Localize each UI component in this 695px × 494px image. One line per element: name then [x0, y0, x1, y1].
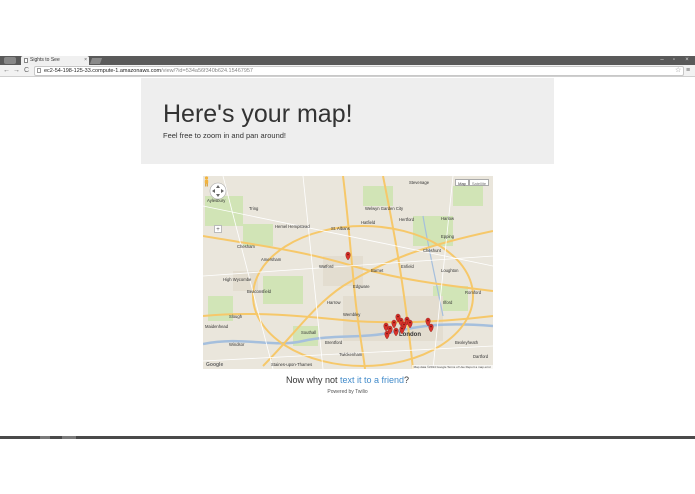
- header-panel: Here's your map! Feel free to zoom in an…: [141, 78, 554, 164]
- map-type-satellite-button[interactable]: Satellite: [469, 179, 489, 186]
- pan-control-icon[interactable]: [209, 182, 227, 200]
- svg-text:Hemel Hempstead: Hemel Hempstead: [275, 224, 310, 229]
- tab-close-icon[interactable]: ×: [84, 56, 87, 65]
- svg-text:St. Albans: St. Albans: [331, 226, 350, 231]
- browser-tab[interactable]: Sights to See ×: [21, 56, 89, 65]
- share-prompt: Now why not text it to a friend?: [0, 375, 695, 385]
- zoom-in-button[interactable]: +: [214, 225, 222, 233]
- svg-text:Stevenage: Stevenage: [409, 180, 430, 185]
- bookmark-star-icon[interactable]: ☆: [675, 65, 681, 77]
- svg-text:Romford: Romford: [465, 290, 482, 295]
- google-logo: Google: [206, 362, 224, 368]
- svg-text:Hertford: Hertford: [399, 217, 415, 222]
- svg-text:Wembley: Wembley: [343, 312, 361, 317]
- page-title: Here's your map!: [163, 100, 353, 128]
- taskbar-strip: [0, 436, 695, 439]
- svg-text:Southall: Southall: [301, 330, 316, 335]
- svg-text:Harlow: Harlow: [441, 216, 455, 221]
- share-prompt-prefix: Now why not: [285, 375, 340, 385]
- svg-text:High Wycombe: High Wycombe: [223, 277, 252, 282]
- map-attribution[interactable]: Map data ©2014 Google Terms of Use Repor…: [411, 365, 493, 369]
- svg-text:Dartford: Dartford: [473, 354, 489, 359]
- url-path: /view/?id=534a56f340b624.15467957: [161, 68, 253, 74]
- text-friend-link[interactable]: text it to a friend: [340, 375, 404, 385]
- svg-text:Harrow: Harrow: [327, 300, 341, 305]
- svg-text:Loughton: Loughton: [441, 268, 459, 273]
- svg-text:Hatfield: Hatfield: [361, 220, 376, 225]
- app-menu-icon[interactable]: [4, 57, 16, 64]
- svg-text:Bexleyheath: Bexleyheath: [455, 340, 479, 345]
- svg-text:Cheshunt: Cheshunt: [423, 248, 442, 253]
- reload-icon[interactable]: C: [22, 65, 31, 77]
- share-prompt-suffix: ?: [404, 375, 410, 385]
- blank-top-area: [0, 0, 695, 56]
- page-icon: [37, 68, 41, 73]
- address-bar[interactable]: ec2-54-198-125-33.compute-1.amazonaws.co…: [34, 66, 684, 76]
- svg-text:Slough: Slough: [229, 314, 243, 319]
- taskbar-segment: [40, 436, 50, 439]
- maximize-icon[interactable]: ▫: [669, 56, 679, 65]
- taskbar-segment: [62, 436, 76, 439]
- tab-strip: [0, 56, 695, 65]
- close-window-icon[interactable]: ×: [682, 56, 692, 65]
- svg-text:Watford: Watford: [319, 264, 334, 269]
- svg-text:Beaconsfield: Beaconsfield: [247, 289, 272, 294]
- svg-text:Epping: Epping: [441, 234, 455, 239]
- svg-text:Edgware: Edgware: [353, 284, 370, 289]
- svg-text:Enfield: Enfield: [401, 264, 414, 269]
- svg-text:Barnet: Barnet: [371, 268, 384, 273]
- browser-menu-icon[interactable]: ≡: [686, 65, 690, 77]
- minimize-icon[interactable]: –: [657, 56, 667, 65]
- svg-text:Twickenham: Twickenham: [339, 352, 363, 357]
- page-favicon-icon: [24, 58, 28, 63]
- embedded-map[interactable]: Aylesbury Tring Hemel Hempstead St. Alba…: [203, 176, 493, 369]
- page-subtitle: Feel free to zoom in and pan around!: [163, 131, 286, 140]
- tab-title: Sights to See: [30, 57, 60, 63]
- svg-text:Maidenhead: Maidenhead: [205, 324, 229, 329]
- svg-text:Amersham: Amersham: [261, 257, 282, 262]
- svg-text:Brentford: Brentford: [325, 340, 343, 345]
- back-icon[interactable]: ←: [2, 65, 11, 77]
- pegman-icon[interactable]: [203, 176, 210, 187]
- powered-by-text: Powered by Twilio: [327, 389, 368, 395]
- svg-text:Staines-upon-Thames: Staines-upon-Thames: [271, 362, 312, 367]
- svg-text:Windsor: Windsor: [229, 342, 245, 347]
- url-host: ec2-54-198-125-33.compute-1.amazonaws.co…: [44, 68, 162, 74]
- svg-text:Chesham: Chesham: [237, 244, 255, 249]
- svg-text:Ilford: Ilford: [443, 300, 453, 305]
- forward-icon[interactable]: →: [12, 65, 21, 77]
- map-tiles: Aylesbury Tring Hemel Hempstead St. Alba…: [203, 176, 493, 369]
- map-type-map-button[interactable]: Map: [455, 179, 469, 186]
- svg-text:Welwyn Garden City: Welwyn Garden City: [365, 206, 404, 211]
- svg-text:Tring: Tring: [249, 206, 259, 211]
